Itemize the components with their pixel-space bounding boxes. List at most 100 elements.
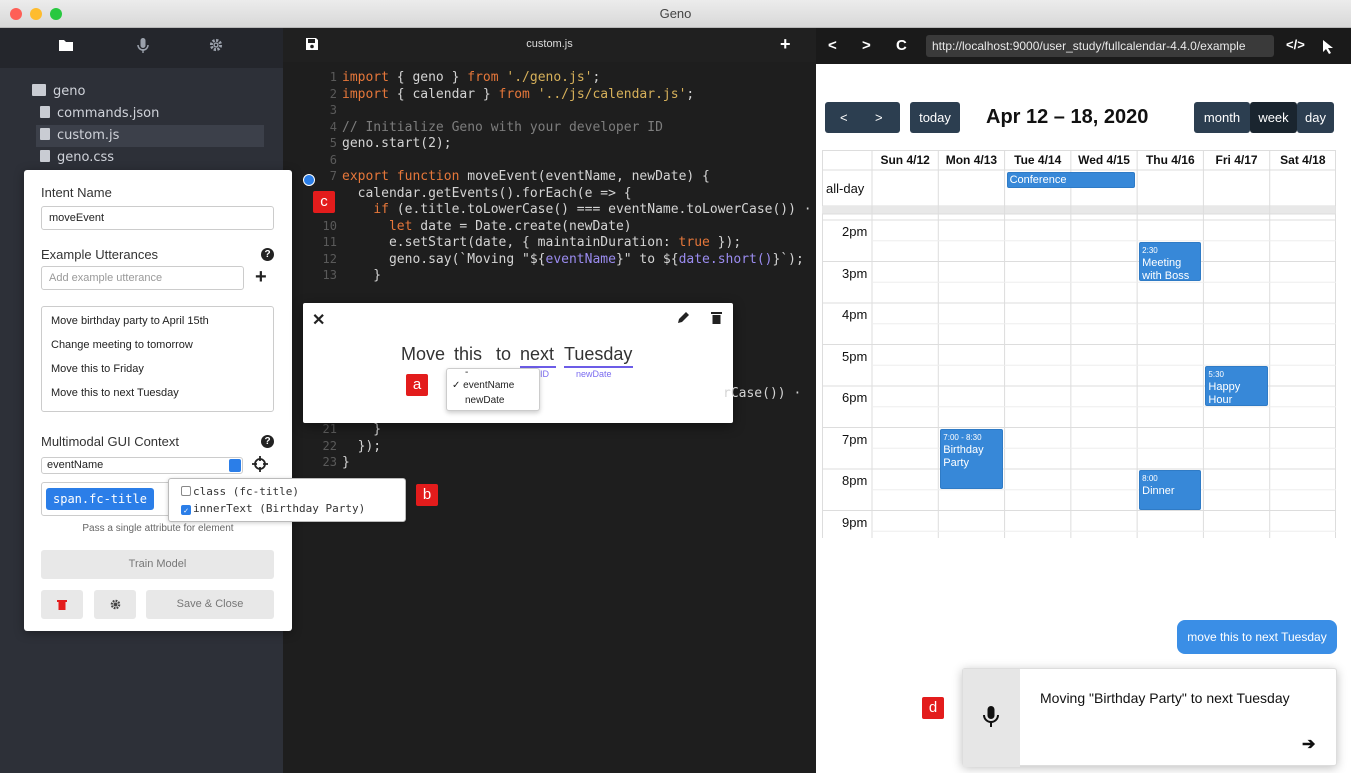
file-label: custom.js [57,128,120,143]
calendar-title: Apr 12 – 18, 2020 [986,106,1149,128]
event-time: 8:00 [1142,474,1158,483]
calendar-nav: < > [825,102,900,133]
intent-name-input[interactable]: moveEvent [41,206,274,230]
code-line[interactable]: e.setStart(date, { maintainDuration: tru… [342,235,741,250]
add-utterance-icon[interactable]: + [255,266,267,289]
code-line[interactable]: }); [342,439,382,454]
calendar-event[interactable]: 5:30 Happy Hour [1205,366,1268,406]
utterances-label: Example Utterances [41,247,159,262]
gear-icon [110,599,120,610]
add-utterance-input[interactable]: Add example utterance [41,266,244,290]
calendar-event[interactable]: Conference [1006,172,1136,188]
utterance-word[interactable]: Move [401,344,445,365]
microphone-button[interactable] [963,669,1020,767]
url-bar[interactable]: http://localhost:9000/user_study/fullcal… [926,35,1274,57]
help-icon[interactable]: ? [261,435,274,448]
code-line[interactable]: let date = Date.create(newDate) [342,219,632,234]
line-number: 4 [329,119,337,134]
calendar-next-button[interactable]: > [875,102,883,133]
day-header[interactable]: Thu 4/16 [1137,153,1203,167]
calendar-event[interactable]: 2:30 Meeting with Boss [1139,241,1202,282]
code-line[interactable]: geno.start(2); [342,136,452,151]
voice-assistant-panel: Moving "Birthday Party" to next Tuesday … [962,668,1337,767]
event-title: Dinner [1142,485,1175,497]
checkbox-icon[interactable] [181,486,191,496]
code-line[interactable]: calendar.getEvents().forEach(e => { [342,186,632,201]
microphone-icon[interactable] [137,38,159,58]
day-header[interactable]: Tue 4/14 [1005,153,1071,167]
badge-d: d [922,697,944,719]
utterance-item: Change meeting to tomorrow [51,339,193,351]
utterance-word[interactable]: Tuesday [564,344,632,365]
line-number: 21 [322,422,337,436]
tree-file-custom[interactable]: custom.js [36,125,264,147]
code-line[interactable]: export function moveEvent(eventName, new… [342,169,710,184]
code-line[interactable]: if (e.title.toLowerCase() === eventName.… [342,202,811,217]
file-label: geno.css [57,150,115,165]
folder-icon[interactable] [58,38,80,58]
pointer-icon[interactable] [1322,39,1334,57]
help-icon[interactable]: ? [261,248,274,261]
day-header[interactable]: Mon 4/13 [938,153,1004,167]
close-icon[interactable]: ✕ [312,310,325,330]
utterance-word[interactable]: next [520,344,554,365]
checkbox-checked-icon[interactable]: ✓ [181,505,191,515]
word-tag-label: newDate [576,369,612,379]
utterance-word[interactable]: this [454,344,482,365]
event-title: Conference [1009,174,1067,186]
line-number: 2 [329,86,337,101]
reload-icon[interactable]: C [896,37,907,54]
today-button[interactable]: today [910,102,960,133]
breakpoint-marker[interactable] [303,174,315,186]
save-close-button[interactable]: Save & Close [146,590,274,619]
forward-icon[interactable]: > [862,37,871,54]
file-icon [40,150,50,162]
arrow-right-icon[interactable]: ➔ [1302,734,1315,754]
allday-label: all-day [826,181,865,196]
line-number: 13 [322,268,337,282]
tree-file-commands[interactable]: commands.json [40,106,159,121]
trash-icon[interactable] [711,311,722,327]
code-line[interactable]: } [342,455,350,470]
attr-option-innertext[interactable]: ✓ innerText (Birthday Party) [181,502,365,515]
day-header[interactable]: Wed 4/15 [1071,153,1137,167]
crosshair-icon[interactable] [252,456,268,475]
day-header[interactable]: Sun 4/12 [872,153,938,167]
tree-folder-geno[interactable]: geno [32,84,85,99]
calendar-event[interactable]: 8:00 Dinner [1139,470,1202,510]
code-line[interactable]: } [342,422,381,437]
code-view-icon[interactable]: </> [1286,37,1305,52]
day-header[interactable]: Fri 4/17 [1203,153,1269,167]
view-week-button[interactable]: week [1250,102,1297,133]
code-line[interactable]: } [342,268,381,283]
utterance-word[interactable]: to [496,344,511,365]
hour-label: 5pm [842,348,868,364]
gear-icon[interactable] [209,38,231,58]
calendar-grid [822,150,1336,538]
calendar-prev-button[interactable]: < [840,102,848,133]
code-line[interactable]: // Initialize Geno with your developer I… [342,120,663,135]
file-label: commands.json [57,106,160,121]
view-day-button[interactable]: day [1297,102,1334,133]
dropdown-option[interactable]: newDate [465,395,504,406]
calendar-event[interactable]: 7:00 - 8:30 Birthday Party [940,428,1003,489]
word-tag-label: ID [540,369,549,379]
back-icon[interactable]: < [828,37,837,54]
pencil-icon[interactable] [676,311,690,328]
attr-option-class[interactable]: class (fc-title) [181,485,299,498]
train-model-button[interactable]: Train Model [41,550,274,579]
folder-label: geno [53,84,86,99]
selector-chip[interactable]: span.fc-title [46,488,154,510]
context-select[interactable]: eventName [41,457,243,474]
settings-button[interactable] [94,590,136,619]
code-line[interactable]: import { geno } from './geno.js'; [342,70,600,85]
day-header[interactable]: Sat 4/18 [1270,153,1336,167]
dropdown-option[interactable]: - [465,367,468,378]
code-line[interactable]: geno.say(`Moving "${eventName}" to ${dat… [342,252,804,267]
tree-file-geno-css[interactable]: geno.css [40,150,114,165]
delete-button[interactable] [41,590,83,619]
code-line[interactable]: import { calendar } from '../js/calendar… [342,87,694,102]
tag-dropdown: - ✓ eventName newDate [446,367,540,411]
view-month-button[interactable]: month [1194,102,1250,133]
dropdown-option-selected[interactable]: ✓ eventName [452,380,514,391]
